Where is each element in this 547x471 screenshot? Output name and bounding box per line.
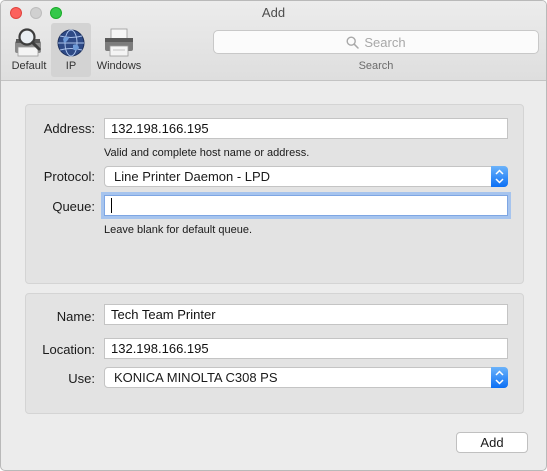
toolbar-default[interactable]: Default: [7, 23, 51, 77]
popup-arrows-icon: [491, 367, 508, 388]
protocol-popup[interactable]: Line Printer Daemon - LPD: [104, 166, 508, 187]
queue-label: Queue:: [52, 199, 95, 214]
protocol-value: Line Printer Daemon - LPD: [114, 169, 271, 184]
queue-field[interactable]: [104, 195, 508, 216]
window-title: Add: [261, 5, 286, 20]
search-input[interactable]: Search: [213, 30, 539, 54]
name-field[interactable]: Tech Team Printer: [104, 304, 508, 325]
text-caret: [111, 198, 112, 213]
address-label: Address:: [43, 121, 95, 136]
popup-arrows-icon: [491, 166, 508, 187]
toolbar-ip-label: IP: [65, 60, 77, 72]
add-button[interactable]: Add: [456, 432, 528, 453]
use-popup[interactable]: KONICA MINOLTA C308 PS: [104, 367, 508, 388]
name-label: Name:: [56, 309, 95, 324]
add-printer-window: Add Default IP Windows Search Search Add…: [0, 0, 547, 471]
location-label: Location:: [42, 342, 95, 357]
toolbar-windows-label: Windows: [96, 60, 142, 72]
search-caption: Search: [358, 60, 394, 72]
address-hint: Valid and complete host name or address.: [104, 147, 310, 159]
search-icon: [346, 35, 360, 49]
toolbar-default-label: Default: [11, 60, 47, 72]
globe-icon: [57, 29, 85, 57]
protocol-label: Protocol:: [43, 169, 95, 184]
title-toolbar: Add Default IP Windows Search Search: [1, 1, 546, 81]
use-value: KONICA MINOLTA C308 PS: [114, 370, 278, 385]
address-field[interactable]: 132.198.166.195: [104, 118, 508, 139]
search-placeholder: Search: [364, 34, 406, 50]
magnifier-printer-icon: [15, 28, 41, 57]
use-label: Use:: [68, 371, 95, 386]
location-field[interactable]: 132.198.166.195: [104, 338, 508, 359]
toolbar-windows[interactable]: Windows: [93, 23, 145, 77]
toolbar-ip[interactable]: IP: [51, 23, 91, 77]
queue-hint: Leave blank for default queue.: [104, 224, 253, 236]
printer-icon: [105, 28, 133, 57]
